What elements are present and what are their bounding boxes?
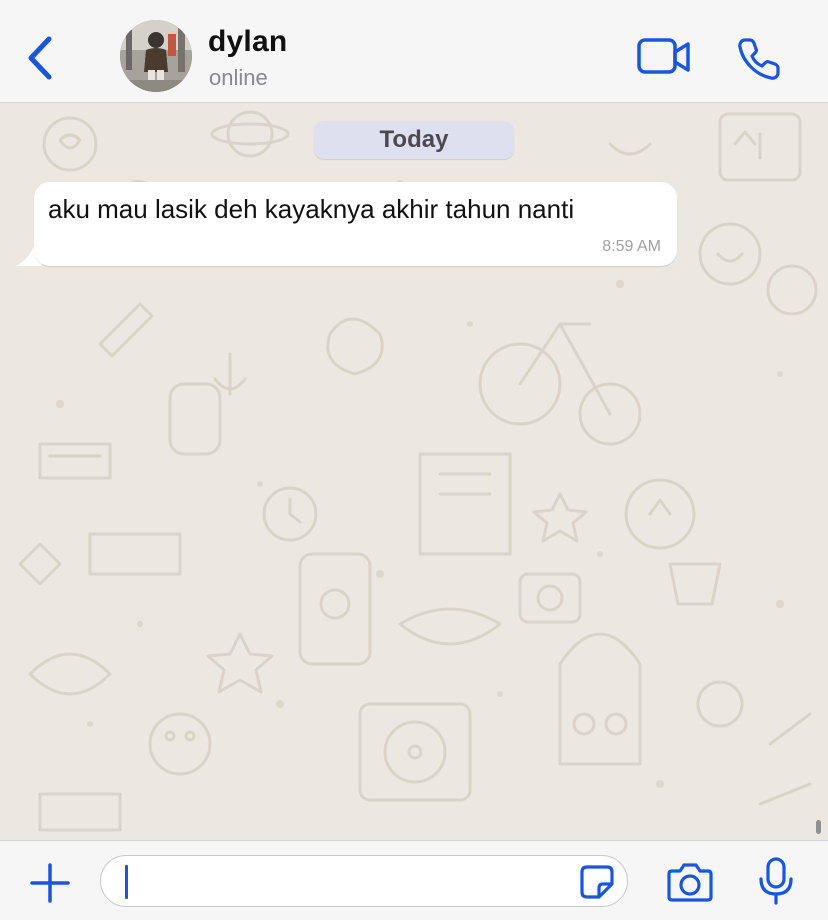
sticker-icon — [580, 865, 614, 899]
voice-message-button[interactable] — [756, 857, 796, 905]
video-call-button[interactable] — [636, 36, 692, 78]
chat-area[interactable]: Today aku mau lasik deh kayaknya akhir t… — [0, 104, 828, 840]
message-input[interactable] — [100, 855, 628, 907]
sticker-button[interactable] — [579, 864, 615, 900]
chat-header: dylan online — [0, 0, 828, 103]
composer-bar — [0, 840, 828, 920]
video-camera-icon — [637, 38, 690, 74]
camera-icon — [667, 863, 713, 902]
message-bubble-incoming[interactable]: aku mau lasik deh kayaknya akhir tahun n… — [34, 182, 677, 266]
attach-button[interactable] — [28, 861, 72, 905]
camera-button[interactable] — [666, 861, 714, 903]
message-timestamp: 8:59 AM — [602, 238, 661, 255]
date-separator: Today — [314, 121, 514, 159]
voice-call-button[interactable] — [736, 36, 782, 82]
avatar-photo — [120, 20, 192, 92]
scroll-indicator[interactable] — [816, 820, 821, 834]
microphone-icon — [759, 857, 793, 905]
avatar[interactable] — [120, 20, 192, 92]
back-button[interactable] — [20, 34, 60, 82]
contact-name[interactable]: dylan — [208, 25, 287, 59]
chevron-left-icon — [28, 36, 52, 80]
contact-status: online — [209, 65, 268, 90]
message-text: aku mau lasik deh kayaknya akhir tahun n… — [48, 194, 575, 224]
text-caret — [125, 865, 128, 899]
plus-icon — [30, 863, 70, 903]
phone-icon — [738, 38, 780, 80]
